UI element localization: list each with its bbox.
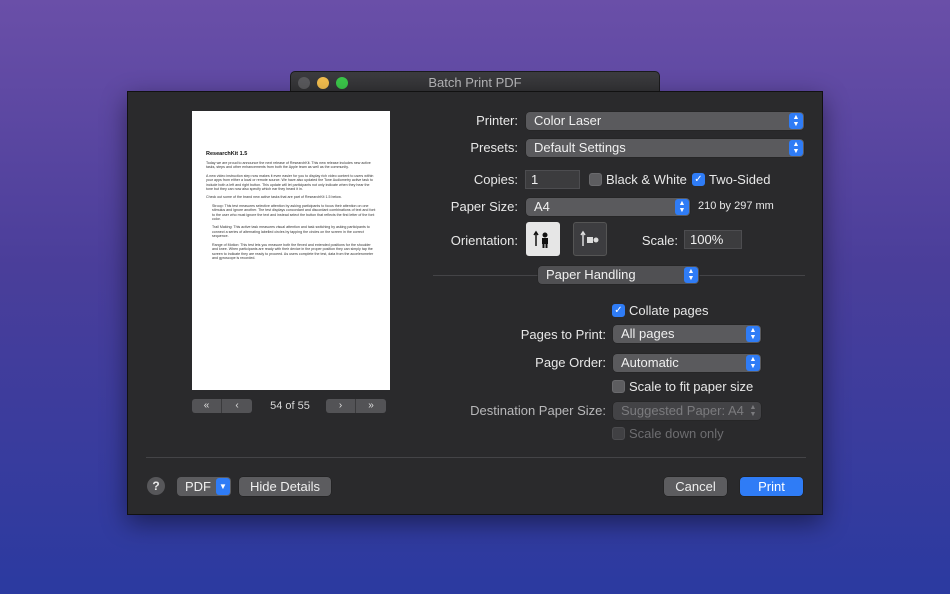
pdf-label: PDF	[185, 479, 211, 494]
two-sided-checkbox[interactable]: ✓	[692, 173, 705, 186]
preview-bullet: Trail Making: This active task measures …	[212, 225, 370, 239]
printer-popup[interactable]: Color Laser ▲ ▼	[526, 112, 804, 130]
previous-page-button[interactable]: ‹	[222, 399, 252, 413]
two-sided-label: Two-Sided	[709, 172, 771, 187]
orientation-label: Orientation:	[450, 233, 518, 248]
next-page-button[interactable]: ›	[326, 399, 356, 413]
updown-icon: ▲ ▼	[675, 199, 689, 215]
print-button[interactable]: Print	[740, 477, 803, 496]
help-button[interactable]: ?	[147, 477, 165, 495]
preview-doc-title: ResearchKit 1.5	[206, 151, 248, 157]
preview-paragraph: A new video instruction step now makes i…	[206, 173, 374, 192]
page-preview: ResearchKit 1.5 Today we are proud to an…	[192, 111, 390, 390]
checkmark-icon: ✓	[614, 305, 623, 316]
collate-checkbox[interactable]: ✓	[612, 304, 625, 317]
printer-label: Printer:	[476, 113, 518, 128]
footer-divider	[146, 457, 806, 458]
copies-label: Copies:	[473, 172, 518, 187]
scale-to-fit-label: Scale to fit paper size	[629, 379, 754, 394]
page-count: 54 of 55	[270, 400, 310, 412]
pdf-menu-button[interactable]: PDF ▼	[177, 477, 231, 496]
portrait-icon	[533, 230, 548, 248]
page-order-value: Automatic	[621, 355, 679, 370]
hide-details-button[interactable]: Hide Details	[239, 477, 331, 496]
paper-size-value: A4	[534, 199, 550, 214]
section-value: Paper Handling	[546, 267, 636, 282]
presets-value: Default Settings	[534, 140, 626, 155]
updown-icon: ▲ ▼	[749, 404, 757, 418]
black-white-label: Black & White	[606, 172, 687, 187]
cancel-button[interactable]: Cancel	[664, 477, 727, 496]
portrait-orientation-button[interactable]	[526, 222, 560, 256]
paper-dimensions: 210 by 297 mm	[698, 200, 774, 212]
updown-icon: ▲ ▼	[746, 326, 760, 342]
updown-icon: ▲ ▼	[789, 140, 803, 156]
printer-value: Color Laser	[534, 113, 602, 128]
window-title: Batch Print PDF	[428, 75, 522, 90]
scale-down-checkbox[interactable]	[612, 427, 625, 440]
updown-icon: ▲ ▼	[789, 113, 803, 129]
preview-bullet: Range of Motion: This test lets you meas…	[212, 242, 374, 260]
copies-field[interactable]: 1	[525, 170, 580, 189]
black-white-checkbox[interactable]	[589, 173, 602, 186]
window-titlebar: Batch Print PDF	[290, 71, 660, 93]
pages-to-print-popup[interactable]: All pages ▲ ▼	[613, 325, 761, 343]
section-popup[interactable]: Paper Handling ▲ ▼	[538, 266, 699, 284]
page-order-label: Page Order:	[535, 355, 606, 370]
destination-paper-popup[interactable]: Suggested Paper: A4 ▲ ▼	[613, 402, 761, 420]
chevron-down-icon: ▼	[216, 478, 230, 495]
preview-paragraph: Today we are proud to announce the next …	[206, 161, 371, 170]
paper-size-popup[interactable]: A4 ▲ ▼	[526, 198, 690, 216]
scale-down-label: Scale down only	[629, 426, 724, 441]
pages-to-print-label: Pages to Print:	[520, 327, 606, 342]
preview-bullet: Stroop: This test measures selective att…	[212, 203, 376, 222]
scale-field[interactable]: 100%	[684, 230, 742, 249]
pages-to-print-value: All pages	[621, 326, 675, 341]
last-page-button[interactable]: »	[356, 399, 386, 413]
paper-size-label: Paper Size:	[450, 199, 518, 214]
checkmark-icon: ✓	[694, 174, 703, 185]
destination-paper-value: Suggested Paper: A4	[621, 403, 744, 418]
collate-label: Collate pages	[629, 303, 709, 318]
presets-label: Presets:	[470, 140, 518, 155]
preview-forward-nav: › »	[326, 399, 386, 413]
print-dialog: ResearchKit 1.5 Today we are proud to an…	[127, 91, 823, 515]
scale-label: Scale:	[641, 233, 678, 248]
page-order-popup[interactable]: Automatic ▲ ▼	[613, 354, 761, 372]
updown-icon: ▲ ▼	[684, 267, 698, 283]
presets-popup[interactable]: Default Settings ▲ ▼	[526, 139, 804, 157]
preview-back-nav: « ‹	[192, 399, 252, 413]
landscape-orientation-button[interactable]	[573, 222, 607, 256]
updown-icon: ▲ ▼	[746, 355, 760, 371]
scale-to-fit-checkbox[interactable]	[612, 380, 625, 393]
preview-paragraph: Check out some of the brand new active t…	[206, 195, 342, 200]
destination-paper-label: Destination Paper Size:	[470, 403, 606, 418]
first-page-button[interactable]: «	[192, 399, 222, 413]
landscape-icon	[580, 230, 599, 246]
